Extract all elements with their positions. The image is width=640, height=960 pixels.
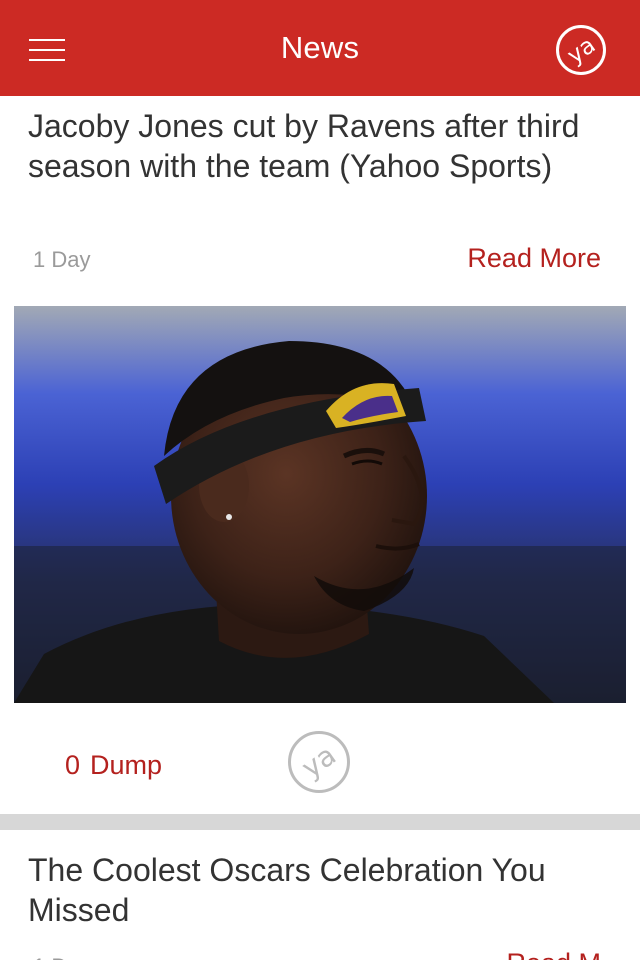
- news-card: The Coolest Oscars Celebration You Misse…: [0, 830, 640, 960]
- article-photo[interactable]: [14, 306, 626, 703]
- article-age: 1 D: [33, 954, 67, 960]
- top-navigation-bar: News ya: [0, 0, 640, 96]
- ya-logo-icon[interactable]: ya: [556, 25, 606, 75]
- news-card: Jacoby Jones cut by Ravens after third s…: [0, 96, 640, 814]
- card-divider: [0, 814, 640, 830]
- dump-button[interactable]: 0 Dump: [65, 750, 162, 781]
- read-more-link[interactable]: Read More: [467, 243, 601, 274]
- article-headline[interactable]: The Coolest Oscars Celebration You Misse…: [28, 850, 613, 930]
- ya-reaction-icon[interactable]: ya: [288, 731, 350, 793]
- ya-reaction-text: ya: [295, 738, 342, 784]
- dump-label: Dump: [90, 750, 163, 780]
- ya-logo-text: ya: [563, 32, 601, 69]
- read-more-link[interactable]: Read M: [506, 948, 601, 960]
- article-headline[interactable]: Jacoby Jones cut by Ravens after third s…: [28, 106, 613, 186]
- dump-count: 0: [65, 750, 81, 780]
- page-title: News: [280, 30, 360, 65]
- article-age: 1 Day: [33, 247, 91, 272]
